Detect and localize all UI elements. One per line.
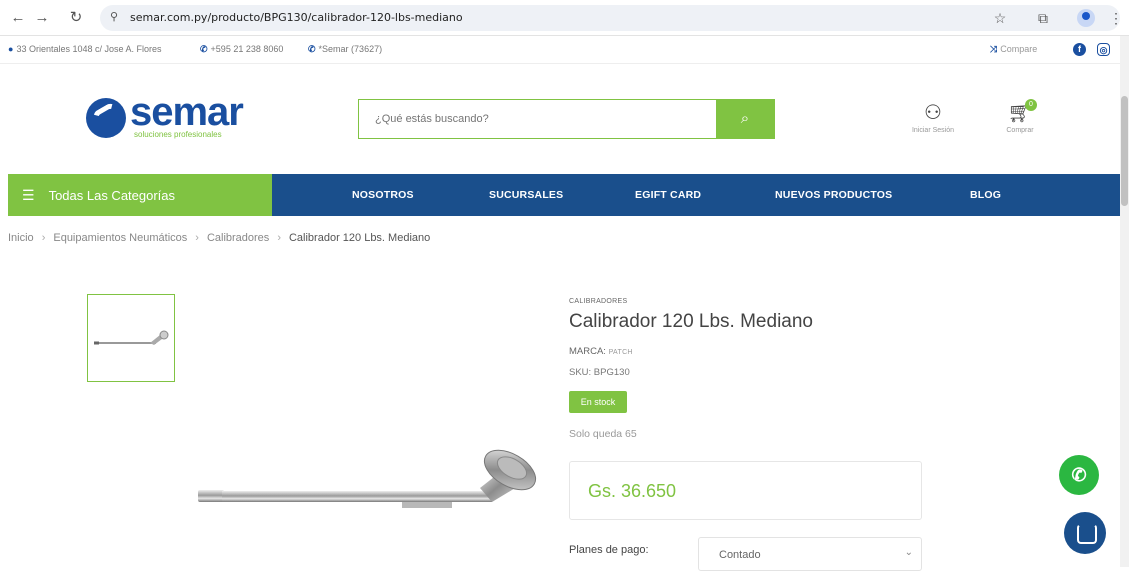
forward-icon[interactable]: → — [32, 8, 52, 28]
site-info-icon[interactable]: ⚲ — [110, 10, 118, 23]
cart-button[interactable]: 🛒︎ 0 Comprar — [990, 99, 1050, 134]
url-text: semar.com.py/producto/BPG130/calibrador-… — [130, 11, 463, 24]
profile-avatar[interactable] — [1077, 9, 1095, 27]
instagram-icon[interactable]: ◎ — [1097, 43, 1110, 56]
main-nav: ☰ Todas Las Categorías NOSOTROS SUCURSALE… — [8, 174, 1120, 216]
search-button[interactable]: ⌕ — [716, 100, 774, 138]
chat-button[interactable] — [1064, 512, 1106, 554]
price-box: Gs. 36.650 — [569, 461, 922, 520]
whatsapp-icon: ✆ — [1071, 465, 1087, 485]
logo-word: semar — [130, 90, 244, 134]
browser-toolbar: ← → ↻ ⚲ semar.com.py/producto/BPG130/cal… — [0, 0, 1129, 36]
product-main-image[interactable] — [190, 440, 550, 540]
search-bar: ⌕ — [358, 99, 775, 139]
nav-link-nosotros[interactable]: NOSOTROS — [352, 174, 414, 216]
chevron-right-icon: › — [195, 232, 199, 244]
pressure-gauge-image — [198, 449, 537, 508]
extensions-icon[interactable]: ⧉ — [1033, 8, 1053, 28]
search-icon: ⌕ — [740, 110, 750, 127]
semar-logo[interactable]: semar soluciones profesionales — [86, 90, 258, 148]
chevron-right-icon: › — [277, 232, 281, 244]
hamburger-icon: ☰ — [22, 187, 35, 203]
breadcrumb-item[interactable]: Equipamientos Neumáticos — [53, 232, 187, 244]
logo-tagline: soluciones profesionales — [134, 130, 222, 139]
scrollbar-thumb[interactable] — [1121, 96, 1128, 206]
top-info-bar: ● 33 Orientales 1048 c/ Jose A. Flores ✆ +… — [0, 36, 1120, 64]
chevron-right-icon: › — [41, 232, 46, 244]
brand-value[interactable]: PATCH — [609, 349, 633, 356]
nav-link-blog[interactable]: BLOG — [970, 174, 1001, 216]
menu-icon[interactable]: ⋮ — [1106, 8, 1126, 28]
nav-link-sucursales[interactable]: SUCURSALES — [489, 174, 563, 216]
payment-plan-label: Planes de pago: — [569, 544, 649, 556]
nav-link-nuevos-productos[interactable]: NUEVOS PRODUCTOS — [775, 174, 892, 216]
breadcrumb-current: Calibrador 120 Lbs. Mediano — [288, 232, 431, 244]
product-sku: SKU: BPG130 — [569, 367, 630, 378]
payment-plan-select[interactable]: Contado ⌄ — [698, 537, 922, 571]
chevron-down-icon: ⌄ — [904, 547, 913, 558]
product-thumbnail[interactable] — [87, 294, 175, 382]
back-icon[interactable]: ← — [8, 8, 28, 28]
nav-link-egift-card[interactable]: EGIFT CARD — [635, 174, 701, 216]
cart-icon: 🛒︎ — [1007, 102, 1033, 124]
brand-label: MARCA: — [569, 346, 606, 357]
cart-label: Comprar — [1006, 127, 1034, 134]
cart-count-badge: 0 — [1025, 99, 1037, 111]
address-info[interactable]: ● 33 Orientales 1048 c/ Jose A. Flores — [8, 44, 162, 54]
product-brand: MARCA: PATCH — [569, 346, 633, 357]
login-button[interactable]: ⚇ Iniciar Sesión — [903, 103, 963, 134]
login-label: Iniciar Sesión — [911, 127, 955, 134]
product-title: Calibrador 120 Lbs. Mediano — [569, 311, 813, 332]
phone-info[interactable]: ✆ +595 21 238 8060 — [200, 44, 283, 55]
pressure-gauge-thumbnail-image — [94, 330, 169, 345]
stock-badge: En stock — [569, 391, 627, 413]
facebook-icon[interactable]: f — [1073, 43, 1086, 56]
compare-link[interactable]: ⤨ Compare — [990, 44, 1037, 55]
product-category[interactable]: CALIBRADORES — [569, 298, 627, 305]
shuffle-icon: ⤨ — [990, 44, 998, 54]
short-phone-text: *Semar (73627) — [318, 44, 383, 54]
phone-text: +595 21 238 8060 — [210, 44, 284, 54]
star-icon[interactable]: ☆ — [990, 8, 1010, 28]
breadcrumb: Inicio › Equipamientos Neumáticos › Calibrad… — [8, 232, 430, 244]
phone-icon: ✆ — [308, 44, 316, 54]
logo-mark-icon — [86, 98, 126, 138]
whatsapp-button[interactable]: ✆ — [1059, 455, 1099, 495]
breadcrumb-item[interactable]: Inicio — [8, 232, 34, 244]
address-bar[interactable]: ⚲ semar.com.py/producto/BPG130/calibrado… — [100, 5, 1120, 31]
all-categories-label: Todas Las Categorías — [48, 188, 176, 203]
user-icon: ⚇ — [924, 102, 942, 124]
compare-label: Compare — [1000, 44, 1038, 54]
stock-remaining: Solo queda 65 — [569, 428, 637, 440]
page-scrollbar[interactable] — [1120, 36, 1129, 567]
location-pin-icon: ● — [8, 44, 14, 54]
payment-plan-value: Contado — [719, 549, 761, 561]
all-categories-button[interactable]: ☰ Todas Las Categorías — [8, 174, 272, 216]
reload-icon[interactable]: ↻ — [66, 8, 86, 28]
product-price: Gs. 36.650 — [588, 481, 677, 501]
short-phone-info[interactable]: ✆ *Semar (73627) — [308, 44, 382, 55]
search-input[interactable] — [359, 100, 717, 138]
breadcrumb-item[interactable]: Calibradores — [207, 232, 269, 244]
phone-icon: ✆ — [200, 44, 208, 54]
address-text: 33 Orientales 1048 c/ Jose A. Flores — [16, 44, 162, 54]
